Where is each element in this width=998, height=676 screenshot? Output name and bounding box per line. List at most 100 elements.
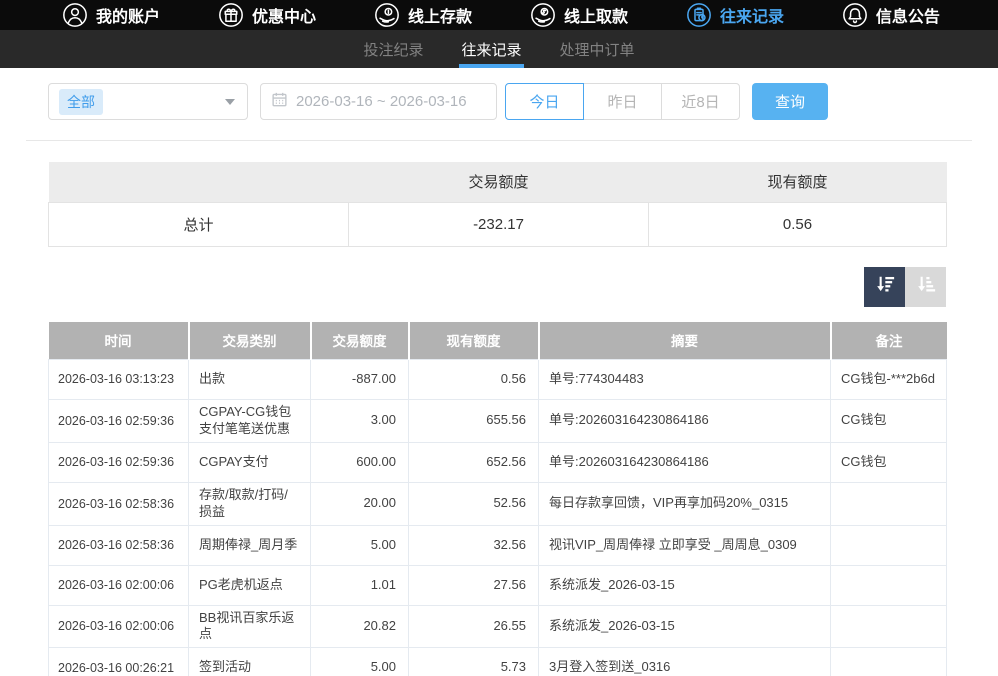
summary-header-empty <box>49 162 349 202</box>
cell-balance: 52.56 <box>409 482 539 525</box>
tab-pending-orders[interactable]: 处理中订单 <box>558 30 637 68</box>
table-row: 2026-03-16 02:59:36 CGPAY支付 600.00 652.5… <box>49 442 947 482</box>
cell-type: CGPAY支付 <box>189 442 311 482</box>
cell-summary: 单号:774304483 <box>539 360 831 400</box>
table-row: 2026-03-16 02:00:06 PG老虎机返点 1.01 27.56 系… <box>49 565 947 605</box>
calendar-icon <box>271 91 288 113</box>
search-button[interactable]: 查询 <box>752 83 828 120</box>
table-row: 2026-03-16 02:59:36 CGPAY-CG钱包支付笔笔送优惠 3.… <box>49 400 947 443</box>
cell-summary: 单号:202603164230864186 <box>539 442 831 482</box>
nav-item-my-account[interactable]: 我的账户 <box>62 2 160 28</box>
col-header-time: 时间 <box>49 322 189 360</box>
cell-summary: 系统派发_2026-03-15 <box>539 605 831 648</box>
chevron-down-icon <box>225 99 235 105</box>
records-icon <box>686 2 712 28</box>
cell-time: 2026-03-16 02:58:36 <box>49 525 189 565</box>
nav-label: 优惠中心 <box>252 3 316 27</box>
sort-ascending-button[interactable] <box>905 267 946 307</box>
selected-type-chip: 全部 <box>59 89 103 115</box>
cell-amount: 5.00 <box>311 525 409 565</box>
cell-balance: 652.56 <box>409 442 539 482</box>
cell-balance: 0.56 <box>409 360 539 400</box>
summary-total-label: 总计 <box>49 202 349 246</box>
cell-balance: 27.56 <box>409 565 539 605</box>
nav-label: 线上取款 <box>564 3 628 27</box>
today-button[interactable]: 今日 <box>505 83 584 120</box>
summary-total-row: 总计 -232.17 0.56 <box>49 202 947 246</box>
cell-amount: 5.00 <box>311 648 409 676</box>
cell-remark: CG钱包 <box>831 400 947 443</box>
cell-time: 2026-03-16 02:58:36 <box>49 482 189 525</box>
cell-summary: 单号:202603164230864186 <box>539 400 831 443</box>
cell-summary: 视讯VIP_周周俸禄 立即享受 _周周息_0309 <box>539 525 831 565</box>
withdraw-icon <box>530 2 556 28</box>
cell-type: PG老虎机返点 <box>189 565 311 605</box>
cell-remark <box>831 525 947 565</box>
nav-item-announcements[interactable]: 信息公告 <box>842 2 940 28</box>
yesterday-button[interactable]: 昨日 <box>583 83 662 120</box>
table-row: 2026-03-16 02:00:06 BB视讯百家乐返点 20.82 26.5… <box>49 605 947 648</box>
cell-time: 2026-03-16 00:26:21 <box>49 648 189 676</box>
cell-time: 2026-03-16 03:13:23 <box>49 360 189 400</box>
user-icon <box>62 2 88 28</box>
table-row: 2026-03-16 02:58:36 周期俸禄_周月季 5.00 32.56 … <box>49 525 947 565</box>
col-header-summary: 摘要 <box>539 322 831 360</box>
cell-time: 2026-03-16 02:00:06 <box>49 605 189 648</box>
col-header-type: 交易类别 <box>189 322 311 360</box>
cell-balance: 26.55 <box>409 605 539 648</box>
nav-label: 我的账户 <box>96 3 160 27</box>
record-tabs: 投注纪录 往来记录 处理中订单 <box>0 30 998 68</box>
cell-remark <box>831 482 947 525</box>
cell-remark <box>831 648 947 676</box>
sort-desc-icon <box>874 274 896 299</box>
quick-range-group: 今日 昨日 近8日 <box>505 83 740 120</box>
cell-type: BB视讯百家乐返点 <box>189 605 311 648</box>
summary-header-balance: 现有额度 <box>649 162 947 202</box>
cell-remark: CG钱包-***2b6d <box>831 360 947 400</box>
nav-item-promotions[interactable]: 优惠中心 <box>218 2 316 28</box>
col-header-amount: 交易额度 <box>311 322 409 360</box>
summary-balance-total: 0.56 <box>649 202 947 246</box>
cell-time: 2026-03-16 02:00:06 <box>49 565 189 605</box>
nav-item-deposit[interactable]: 线上存款 <box>374 2 472 28</box>
summary-transaction-total: -232.17 <box>349 202 649 246</box>
transaction-type-select[interactable]: 全部 <box>48 83 248 120</box>
cell-summary: 每日存款享回馈，VIP再享加码20%_0315 <box>539 482 831 525</box>
cell-remark: CG钱包 <box>831 442 947 482</box>
tab-betting-records[interactable]: 投注纪录 <box>361 30 425 68</box>
cell-time: 2026-03-16 02:59:36 <box>49 400 189 443</box>
nav-item-withdraw[interactable]: 线上取款 <box>530 2 628 28</box>
cell-remark <box>831 565 947 605</box>
sort-asc-icon <box>915 274 937 299</box>
sort-descending-button[interactable] <box>864 267 905 307</box>
table-row: 2026-03-16 03:13:23 出款 -887.00 0.56 单号:7… <box>49 360 947 400</box>
col-header-balance: 现有额度 <box>409 322 539 360</box>
nav-label: 线上存款 <box>408 3 472 27</box>
section-divider <box>26 140 972 141</box>
announcement-icon <box>842 2 868 28</box>
cell-amount: 600.00 <box>311 442 409 482</box>
summary-header-row: 交易额度 现有额度 <box>49 162 947 202</box>
cell-type: 周期俸禄_周月季 <box>189 525 311 565</box>
cell-amount: 20.00 <box>311 482 409 525</box>
date-range-input[interactable]: 2026-03-16 ~ 2026-03-16 <box>260 83 497 120</box>
cell-type: 签到活动 <box>189 648 311 676</box>
cell-type: CGPAY-CG钱包支付笔笔送优惠 <box>189 400 311 443</box>
top-navigation: 我的账户 优惠中心 线上存款 线上取款 往来记录 信息公告 <box>0 0 998 30</box>
cell-balance: 655.56 <box>409 400 539 443</box>
table-row: 2026-03-16 02:58:36 存款/取款/打码/损益 20.00 52… <box>49 482 947 525</box>
transactions-table: 时间 交易类别 交易额度 现有额度 摘要 备注 2026-03-16 03:13… <box>48 322 947 676</box>
tab-transaction-records[interactable]: 往来记录 <box>459 30 523 68</box>
cell-time: 2026-03-16 02:59:36 <box>49 442 189 482</box>
nav-item-transaction-records[interactable]: 往来记录 <box>686 2 784 28</box>
cell-amount: -887.00 <box>311 360 409 400</box>
gift-icon <box>218 2 244 28</box>
cell-amount: 3.00 <box>311 400 409 443</box>
transactions-body: 2026-03-16 03:13:23 出款 -887.00 0.56 单号:7… <box>49 360 947 676</box>
cell-type: 出款 <box>189 360 311 400</box>
cell-balance: 5.73 <box>409 648 539 676</box>
date-range-value: 2026-03-16 ~ 2026-03-16 <box>296 93 467 110</box>
cell-summary: 3月登入签到送_0316 <box>539 648 831 676</box>
summary-table: 交易额度 现有额度 总计 -232.17 0.56 <box>48 162 947 247</box>
last-8-days-button[interactable]: 近8日 <box>661 83 740 120</box>
